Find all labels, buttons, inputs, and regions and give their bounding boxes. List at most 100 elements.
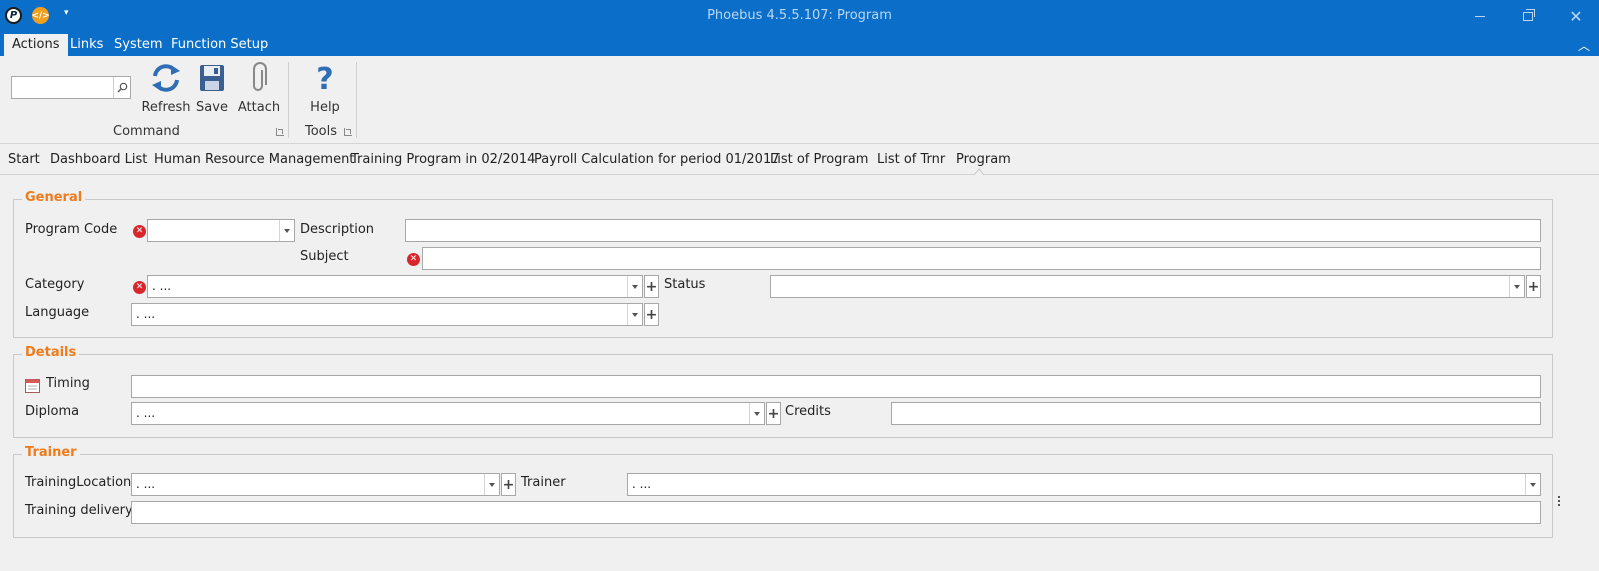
status-dropdown-icon[interactable]	[1509, 276, 1524, 297]
training-delivery-label: Training delivery	[25, 503, 133, 518]
breadcrumb-program[interactable]: Program	[956, 152, 1011, 167]
attach-label: Attach	[237, 100, 281, 115]
tab-links[interactable]: Links	[62, 34, 111, 56]
subject-label: Subject	[300, 249, 349, 264]
category-label: Category	[25, 277, 85, 292]
general-legend: General	[22, 190, 86, 205]
breadcrumb-human-resource-management[interactable]: Human Resource Management	[154, 152, 354, 167]
trainer-value: . ...	[632, 477, 652, 491]
training-location-dropdown-icon[interactable]	[484, 474, 499, 495]
calendar-icon	[25, 379, 40, 393]
command-group-label: Command	[113, 124, 180, 139]
collapse-ribbon-icon[interactable]: ︿	[1578, 37, 1590, 54]
breadcrumb-start[interactable]: Start	[8, 152, 40, 167]
plus-icon: +	[502, 476, 515, 493]
help-button[interactable]: ? Help	[299, 62, 351, 115]
trainer-label: Trainer	[521, 475, 566, 490]
refresh-label: Refresh	[141, 100, 191, 115]
window-title: Phoebus 4.5.5.107: Program	[707, 8, 892, 23]
close-icon: ✕	[1569, 6, 1583, 26]
category-combobox[interactable]: . ...	[147, 275, 643, 298]
search-icon	[117, 82, 127, 93]
timing-field[interactable]	[131, 375, 1541, 398]
tab-system[interactable]: System	[106, 34, 170, 56]
plus-icon: +	[645, 306, 658, 323]
refresh-icon	[152, 64, 180, 92]
tab-actions[interactable]: Actions	[4, 34, 68, 56]
minimize-button[interactable]	[1457, 4, 1503, 28]
status-combobox[interactable]	[770, 275, 1525, 298]
program-code-label: Program Code	[25, 222, 118, 237]
ribbon: Refresh Save Attach Command ? Help Tools	[0, 56, 1599, 144]
training-location-value: . ...	[136, 477, 156, 491]
help-label: Help	[310, 100, 340, 115]
diploma-dropdown-icon[interactable]	[749, 403, 764, 424]
diploma-label: Diploma	[25, 404, 80, 419]
menu-bar: Actions Links System Function Setup ︿	[0, 32, 1599, 56]
diploma-combobox[interactable]: . ...	[131, 402, 765, 425]
status-add-button[interactable]: +	[1526, 275, 1541, 298]
breadcrumb-active-pointer-icon	[974, 168, 984, 175]
trainer-dropdown-icon[interactable]	[1525, 474, 1540, 495]
training-location-label: TrainingLocation	[25, 475, 132, 490]
credits-label: Credits	[785, 404, 831, 419]
program-code-dropdown-icon[interactable]	[279, 220, 294, 241]
minimize-icon	[1475, 15, 1485, 17]
breadcrumb-dashboard-list[interactable]: Dashboard List	[50, 152, 147, 167]
timing-label: Timing	[46, 376, 90, 391]
training-location-add-button[interactable]: +	[501, 473, 516, 496]
description-label: Description	[300, 222, 375, 237]
restore-icon	[1523, 8, 1535, 21]
search-button[interactable]	[113, 77, 130, 98]
plus-icon: +	[645, 278, 658, 295]
required-error-icon: ✕	[133, 281, 146, 294]
program-code-combobox[interactable]	[147, 219, 295, 242]
plus-icon: +	[1527, 278, 1540, 295]
close-button[interactable]: ✕	[1553, 4, 1599, 28]
restore-button[interactable]	[1505, 4, 1551, 28]
language-combobox[interactable]: . ...	[131, 303, 643, 326]
required-error-icon: ✕	[407, 253, 420, 266]
save-label: Save	[196, 100, 228, 115]
refresh-button[interactable]: Refresh	[140, 62, 192, 115]
language-dropdown-icon[interactable]	[627, 304, 642, 325]
breadcrumb-list-of-trnr[interactable]: List of Trnr	[877, 152, 945, 167]
more-options-icon[interactable]	[1558, 496, 1561, 508]
breadcrumb-payroll-calculation[interactable]: Payroll Calculation for period 01/2017	[534, 152, 780, 167]
category-dropdown-icon[interactable]	[627, 276, 642, 297]
description-field[interactable]	[405, 219, 1541, 242]
diploma-add-button[interactable]: +	[766, 402, 781, 425]
title-bar: P </> ▾ Phoebus 4.5.5.107: Program ✕	[0, 0, 1599, 32]
subject-field[interactable]	[422, 247, 1541, 270]
training-delivery-field[interactable]	[131, 501, 1541, 524]
language-label: Language	[25, 305, 90, 320]
breadcrumb: Start Dashboard List Human Resource Mana…	[0, 145, 1599, 175]
training-location-combobox[interactable]: . ...	[131, 473, 500, 496]
paperclip-icon	[253, 62, 267, 91]
help-icon: ?	[316, 62, 333, 94]
tab-function-setup[interactable]: Function Setup	[163, 34, 276, 56]
ribbon-group-separator	[288, 62, 289, 138]
credits-field[interactable]	[891, 402, 1541, 425]
breadcrumb-list-of-program[interactable]: List of Program	[770, 152, 868, 167]
breadcrumb-training-program[interactable]: Training Program in 02/2014	[351, 152, 535, 167]
save-button[interactable]: Save	[186, 62, 238, 115]
command-group-launcher-icon[interactable]	[276, 128, 284, 136]
category-add-button[interactable]: +	[644, 275, 659, 298]
details-legend: Details	[22, 345, 80, 360]
ribbon-group-separator	[356, 62, 357, 138]
trainer-combobox[interactable]: . ...	[627, 473, 1541, 496]
plus-icon: +	[767, 405, 780, 422]
tools-group-launcher-icon[interactable]	[344, 128, 352, 136]
save-icon	[200, 65, 224, 91]
diploma-value: . ...	[136, 406, 156, 420]
required-error-icon: ✕	[133, 225, 146, 238]
language-value: . ...	[136, 307, 156, 321]
language-add-button[interactable]: +	[644, 303, 659, 326]
status-label: Status	[664, 277, 706, 292]
svg-text:?: ?	[316, 62, 333, 94]
trainer-group: Trainer	[13, 445, 1553, 538]
category-value: . ...	[152, 279, 172, 293]
attach-button[interactable]: Attach	[233, 62, 285, 115]
tools-group-label: Tools	[305, 124, 338, 139]
